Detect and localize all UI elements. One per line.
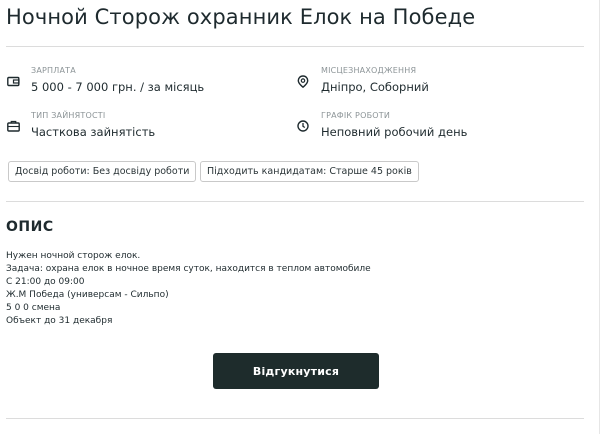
location-value: Дніпро, Соборний — [321, 80, 429, 94]
tag-experience: Досвід роботи: Без досвіду роботи — [8, 161, 197, 182]
employment-type-label: ТИП ЗАЙНЯТОСТІ — [31, 111, 106, 120]
schedule-value: Неповний робочий день — [321, 125, 468, 139]
apply-button[interactable]: Відгукнутися — [213, 353, 379, 389]
employment-type-block: ТИП ЗАЙНЯТОСТІ Часткова зайнятість — [6, 111, 155, 140]
location-pin-icon — [296, 74, 310, 88]
salary-block: ЗАРПЛАТА 5 000 - 7 000 грн. / за місяць — [6, 66, 204, 95]
tag-candidates: Підходить кандидатам: Старше 45 років — [200, 161, 419, 182]
description-heading: ОПИС — [6, 219, 54, 235]
wallet-icon — [6, 74, 20, 88]
tags-divider — [6, 201, 584, 202]
location-block: МІСЦЕЗНАХОДЖЕННЯ Дніпро, Соборний — [296, 66, 429, 95]
description-line: С 21:00 до 09:00 — [6, 277, 85, 287]
description-line: Ж.М Победа (универсам - Сильпо) — [6, 290, 169, 300]
description-body: Нужен ночной сторож елок. Задача: охрана… — [6, 250, 566, 328]
bottom-divider — [6, 418, 584, 419]
vacancy-page: Ночной Сторож охранник Елок на Победе ЗА… — [0, 0, 600, 434]
clock-icon — [296, 119, 310, 133]
salary-value: 5 000 - 7 000 грн. / за місяць — [31, 80, 205, 94]
description-line: 5 0 0 смена — [6, 303, 61, 313]
title-divider — [6, 46, 584, 47]
schedule-block: ГРАФІК РОБОТИ Неповний робочий день — [296, 111, 467, 140]
description-line: Задача: охрана елок в ночное время суток… — [6, 264, 371, 274]
schedule-label: ГРАФІК РОБОТИ — [321, 111, 391, 120]
employment-type-value: Часткова зайнятість — [31, 125, 156, 139]
salary-label: ЗАРПЛАТА — [31, 66, 76, 75]
briefcase-icon — [6, 119, 20, 133]
description-line: Объект до 31 декабря — [6, 316, 113, 326]
vacancy-title: Ночной Сторож охранник Елок на Победе — [6, 5, 476, 29]
description-line: Нужен ночной сторож елок. — [6, 251, 141, 261]
location-label: МІСЦЕЗНАХОДЖЕННЯ — [321, 66, 417, 75]
